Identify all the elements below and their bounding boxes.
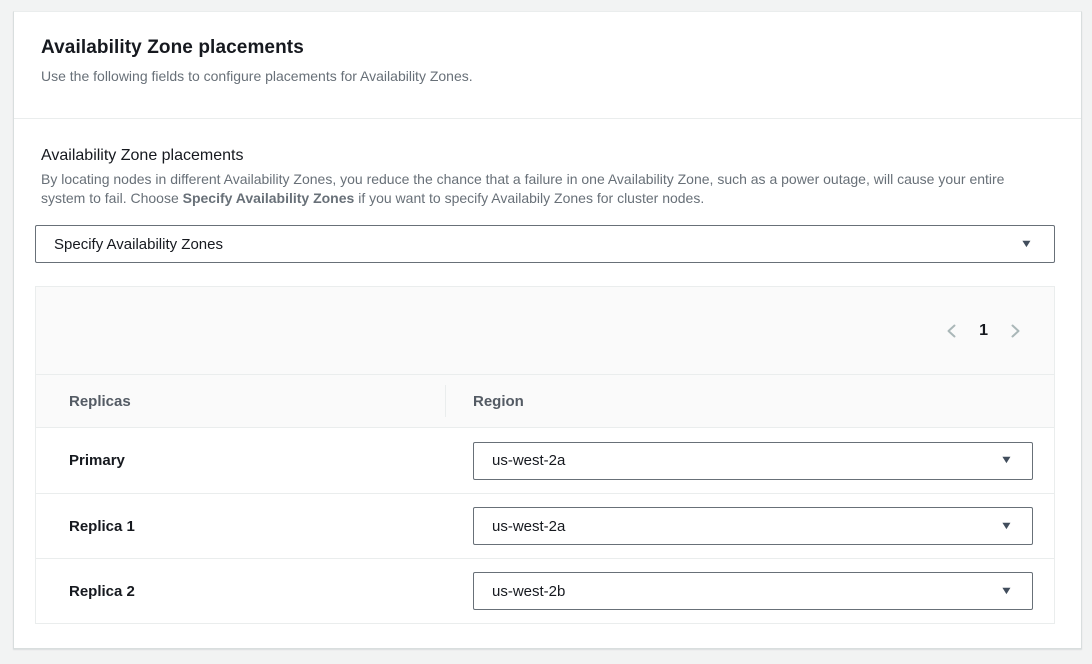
replica-label: Replica 1 — [36, 518, 446, 535]
panel-header: Availability Zone placements Use the fol… — [14, 12, 1081, 118]
description-bold-text: Specify Availability Zones — [183, 190, 355, 206]
availability-zone-placements-panel: Availability Zone placements Use the fol… — [13, 11, 1082, 649]
replica-label: Primary — [36, 452, 446, 469]
panel-subtitle: Use the following fields to configure pl… — [41, 67, 1054, 85]
region-select-value: us-west-2a — [492, 518, 565, 535]
column-header-replicas: Replicas — [36, 393, 445, 410]
caret-down-icon: ▼ — [1000, 521, 1014, 532]
region-select-replica-1[interactable]: us-west-2a ▼ — [473, 507, 1033, 545]
az-placements-table-card: 1 Replicas Region Primary us-west — [35, 286, 1055, 624]
column-header-region: Region — [446, 393, 524, 410]
panel-title: Availability Zone placements — [41, 36, 1054, 60]
caret-down-icon: ▼ — [1000, 586, 1014, 597]
region-cell: us-west-2a ▼ — [446, 442, 1033, 480]
az-mode-select[interactable]: Specify Availability Zones ▼ — [35, 225, 1055, 263]
az-placements-description: By locating nodes in different Availabil… — [41, 170, 1051, 208]
region-cell: us-west-2a ▼ — [446, 507, 1033, 545]
caret-down-icon: ▼ — [1020, 239, 1034, 250]
table-row-primary: Primary us-west-2a ▼ — [36, 428, 1054, 493]
pagination: 1 — [945, 322, 1022, 340]
page-number-1[interactable]: 1 — [979, 322, 988, 340]
region-select-replica-2[interactable]: us-west-2b ▼ — [473, 572, 1033, 610]
next-page-button[interactable] — [1009, 323, 1022, 339]
panel-body: Availability Zone placements By locating… — [14, 119, 1081, 651]
region-select-value: us-west-2a — [492, 452, 565, 469]
region-select-primary[interactable]: us-west-2a ▼ — [473, 442, 1033, 480]
table-toolbar: 1 — [36, 287, 1054, 375]
chevron-left-icon — [945, 323, 958, 339]
az-mode-select-value: Specify Availability Zones — [54, 236, 223, 253]
az-placements-field-label: Availability Zone placements — [41, 146, 1053, 166]
table-header-row: Replicas Region — [36, 375, 1054, 428]
description-text-end: if you want to specify Availabily Zones … — [354, 190, 704, 206]
region-select-value: us-west-2b — [492, 583, 565, 600]
caret-down-icon: ▼ — [1000, 455, 1014, 466]
table-row-replica-2: Replica 2 us-west-2b ▼ — [36, 558, 1054, 623]
previous-page-button[interactable] — [945, 323, 958, 339]
replica-label: Replica 2 — [36, 583, 446, 600]
region-cell: us-west-2b ▼ — [446, 572, 1033, 610]
table-row-replica-1: Replica 1 us-west-2a ▼ — [36, 493, 1054, 558]
chevron-right-icon — [1009, 323, 1022, 339]
